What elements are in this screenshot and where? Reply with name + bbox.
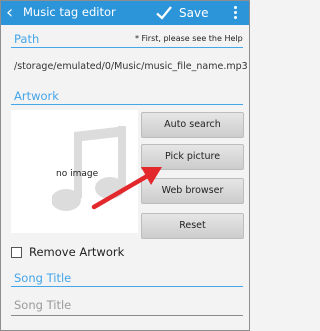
reset-button[interactable]: Reset bbox=[141, 213, 244, 239]
song-title-input[interactable]: Song Title bbox=[11, 293, 243, 317]
song-title-underline bbox=[11, 315, 243, 316]
artwork-section-divider bbox=[11, 104, 243, 105]
web-browser-button[interactable]: Web browser bbox=[141, 178, 244, 204]
remove-artwork-label[interactable]: Remove Artwork bbox=[29, 245, 124, 260]
path-section-label: Path bbox=[14, 32, 40, 46]
artwork-preview[interactable]: no image bbox=[11, 110, 138, 233]
pick-picture-button[interactable]: Pick picture bbox=[141, 144, 244, 170]
song-title-section-divider bbox=[11, 286, 243, 287]
song-title-section-label: Song Title bbox=[14, 271, 72, 285]
app-window: ‹ Music tag editor Save Path * First, pl… bbox=[0, 0, 250, 331]
auto-search-button[interactable]: Auto search bbox=[141, 112, 244, 138]
no-image-label: no image bbox=[56, 169, 99, 179]
help-note: * First, please see the Help bbox=[135, 34, 243, 43]
path-section-divider bbox=[11, 47, 243, 48]
app-title: Music tag editor bbox=[23, 5, 116, 19]
checkmark-icon bbox=[156, 6, 172, 20]
overflow-menu-icon[interactable] bbox=[231, 4, 239, 22]
remove-artwork-checkbox[interactable] bbox=[11, 247, 22, 258]
app-bar: ‹ Music tag editor Save bbox=[1, 1, 249, 25]
save-button[interactable]: Save bbox=[155, 2, 208, 24]
artwork-section-label: Artwork bbox=[14, 89, 59, 103]
song-title-placeholder: Song Title bbox=[14, 298, 72, 312]
save-label: Save bbox=[179, 6, 209, 20]
file-path-value: /storage/emulated/0/Music/music_file_nam… bbox=[14, 61, 248, 72]
back-arrow-icon[interactable]: ‹ bbox=[6, 3, 22, 23]
